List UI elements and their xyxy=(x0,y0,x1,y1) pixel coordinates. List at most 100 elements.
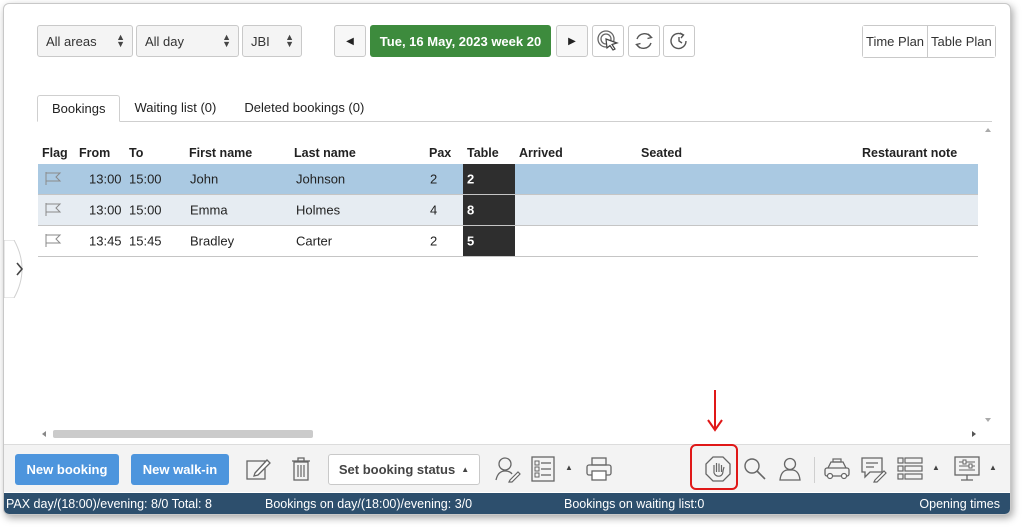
table-row[interactable]: 13:00 15:00 Emma Holmes 4 8 xyxy=(38,195,978,226)
edit-button[interactable] xyxy=(244,455,272,483)
caret-up-icon: ▲ xyxy=(461,465,470,474)
caret-up-icon[interactable]: ▲ xyxy=(989,463,997,472)
cell-first-name: Bradley xyxy=(190,233,235,249)
new-booking-button[interactable]: New booking xyxy=(15,454,119,485)
col-flag[interactable]: Flag xyxy=(42,146,68,160)
cell-table: 5 xyxy=(463,226,515,256)
scroll-left-icon[interactable] xyxy=(39,428,51,440)
next-day-button[interactable]: ▶ xyxy=(556,25,588,57)
today-button[interactable] xyxy=(592,25,624,57)
flag-icon[interactable] xyxy=(45,203,63,216)
search-button[interactable] xyxy=(741,455,769,483)
cell-pax: 4 xyxy=(430,202,438,218)
col-restaurant-note[interactable]: Restaurant note xyxy=(862,146,957,160)
opening-times-link[interactable]: Opening times xyxy=(919,497,1000,511)
updown-icon: ▲ ▼ xyxy=(116,32,125,49)
waiting-list-summary: Bookings on waiting list:0 xyxy=(564,497,705,511)
printer-icon xyxy=(586,457,612,481)
bottom-toolbar: New booking New walk-in Set booking stat… xyxy=(4,444,1010,492)
print-button[interactable] xyxy=(585,455,613,483)
cell-last-name: Holmes xyxy=(296,202,341,218)
settings-button[interactable] xyxy=(953,455,981,483)
taxi-button[interactable] xyxy=(823,455,851,483)
time-plan-button[interactable]: Time Plan xyxy=(863,26,928,57)
tab-bookings[interactable]: Bookings xyxy=(37,95,121,122)
cell-first-name: John xyxy=(190,171,219,187)
date-picker-button[interactable]: Tue, 16 May, 2023 week 20 xyxy=(370,25,551,57)
horizontal-scroll-thumb[interactable] xyxy=(53,430,313,438)
edit-icon xyxy=(246,459,271,480)
tab-deleted-bookings[interactable]: Deleted bookings (0) xyxy=(230,95,378,122)
cell-last-name: Johnson xyxy=(296,171,346,187)
col-from[interactable]: From xyxy=(79,146,110,160)
layout-button[interactable] xyxy=(896,455,924,483)
col-arrived[interactable]: Arrived xyxy=(519,146,563,160)
plan-view-group: Time Plan Table Plan xyxy=(862,25,996,58)
date-label: Tue, 16 May, 2023 week 20 xyxy=(379,33,542,49)
toolbar-divider xyxy=(814,457,815,483)
set-booking-status-label: Set booking status xyxy=(338,462,456,477)
guests-button[interactable] xyxy=(776,455,804,483)
period-select[interactable]: All day ▲ ▼ xyxy=(136,25,239,57)
col-seated[interactable]: Seated xyxy=(641,146,682,160)
cell-table-value: 8 xyxy=(467,202,475,218)
cell-pax: 2 xyxy=(430,171,438,187)
caret-up-icon[interactable]: ▲ xyxy=(932,463,940,472)
tab-waiting-list[interactable]: Waiting list (0) xyxy=(120,95,230,122)
caret-up-icon[interactable]: ▲ xyxy=(565,463,573,472)
triangle-left-icon: ◀ xyxy=(346,35,354,47)
scroll-right-icon[interactable] xyxy=(967,428,979,440)
horizontal-scrollbar[interactable] xyxy=(39,428,979,440)
rows-icon xyxy=(897,457,923,480)
table-row[interactable]: 13:45 15:45 Bradley Carter 2 5 xyxy=(38,226,978,257)
taxi-icon xyxy=(824,458,850,480)
vertical-scrollbar[interactable] xyxy=(982,124,994,430)
cell-table: 2 xyxy=(463,164,515,194)
guest-edit-button[interactable] xyxy=(494,455,522,483)
monitor-settings-icon xyxy=(954,456,980,481)
cell-to: 15:00 xyxy=(129,202,162,218)
message-edit-icon xyxy=(861,457,887,483)
list-icon xyxy=(531,456,555,482)
updown-icon: ▲ ▼ xyxy=(222,32,231,49)
person-icon xyxy=(779,457,801,481)
table-plan-button[interactable]: Table Plan xyxy=(927,26,995,57)
history-button[interactable] xyxy=(663,25,695,57)
table-row[interactable]: 13:00 15:00 John Johnson 2 2 xyxy=(38,164,978,195)
col-pax[interactable]: Pax xyxy=(429,146,451,160)
col-table[interactable]: Table xyxy=(467,146,499,160)
delete-button[interactable] xyxy=(287,455,315,483)
person-edit-icon xyxy=(495,457,521,483)
cell-from: 13:00 xyxy=(89,171,122,187)
set-booking-status-button[interactable]: Set booking status ▲ xyxy=(328,454,480,485)
highlight-box-annotation xyxy=(690,444,738,490)
trash-icon xyxy=(292,457,310,481)
table-header: Flag From To First name Last name Pax Ta… xyxy=(38,142,978,164)
flag-icon[interactable] xyxy=(45,234,63,247)
refresh-button[interactable] xyxy=(628,25,660,57)
new-walkin-button[interactable]: New walk-in xyxy=(131,454,229,485)
list-view-button[interactable] xyxy=(529,455,557,483)
side-panel-toggle[interactable] xyxy=(3,240,34,298)
cell-table-value: 5 xyxy=(467,233,475,249)
cell-from: 13:45 xyxy=(89,233,122,249)
previous-day-button[interactable]: ◀ xyxy=(334,25,366,57)
col-to[interactable]: To xyxy=(129,146,143,160)
col-first-name[interactable]: First name xyxy=(189,146,252,160)
restaurant-select-value: JBI xyxy=(251,33,270,49)
bookings-summary: Bookings on day/(18:00)/evening: 3/0 xyxy=(265,497,473,511)
pax-summary: PAX day/(18:00)/evening: 8/0 Total: 8 xyxy=(6,497,212,511)
refresh-icon xyxy=(635,33,653,49)
flag-icon[interactable] xyxy=(45,172,63,185)
restaurant-select[interactable]: JBI ▲ ▼ xyxy=(242,25,302,57)
col-last-name[interactable]: Last name xyxy=(294,146,356,160)
search-icon xyxy=(744,458,766,480)
cell-from: 13:00 xyxy=(89,202,122,218)
app-window: All areas ▲ ▼ All day ▲ ▼ JBI ▲ ▼ ◀ Tue, 16… xyxy=(3,3,1011,515)
cell-table-value: 2 xyxy=(467,171,475,187)
messages-button[interactable] xyxy=(860,455,888,483)
area-select[interactable]: All areas ▲ ▼ xyxy=(37,25,133,57)
triangle-right-icon: ▶ xyxy=(568,35,576,47)
cell-to: 15:00 xyxy=(129,171,162,187)
cell-to: 15:45 xyxy=(129,233,162,249)
